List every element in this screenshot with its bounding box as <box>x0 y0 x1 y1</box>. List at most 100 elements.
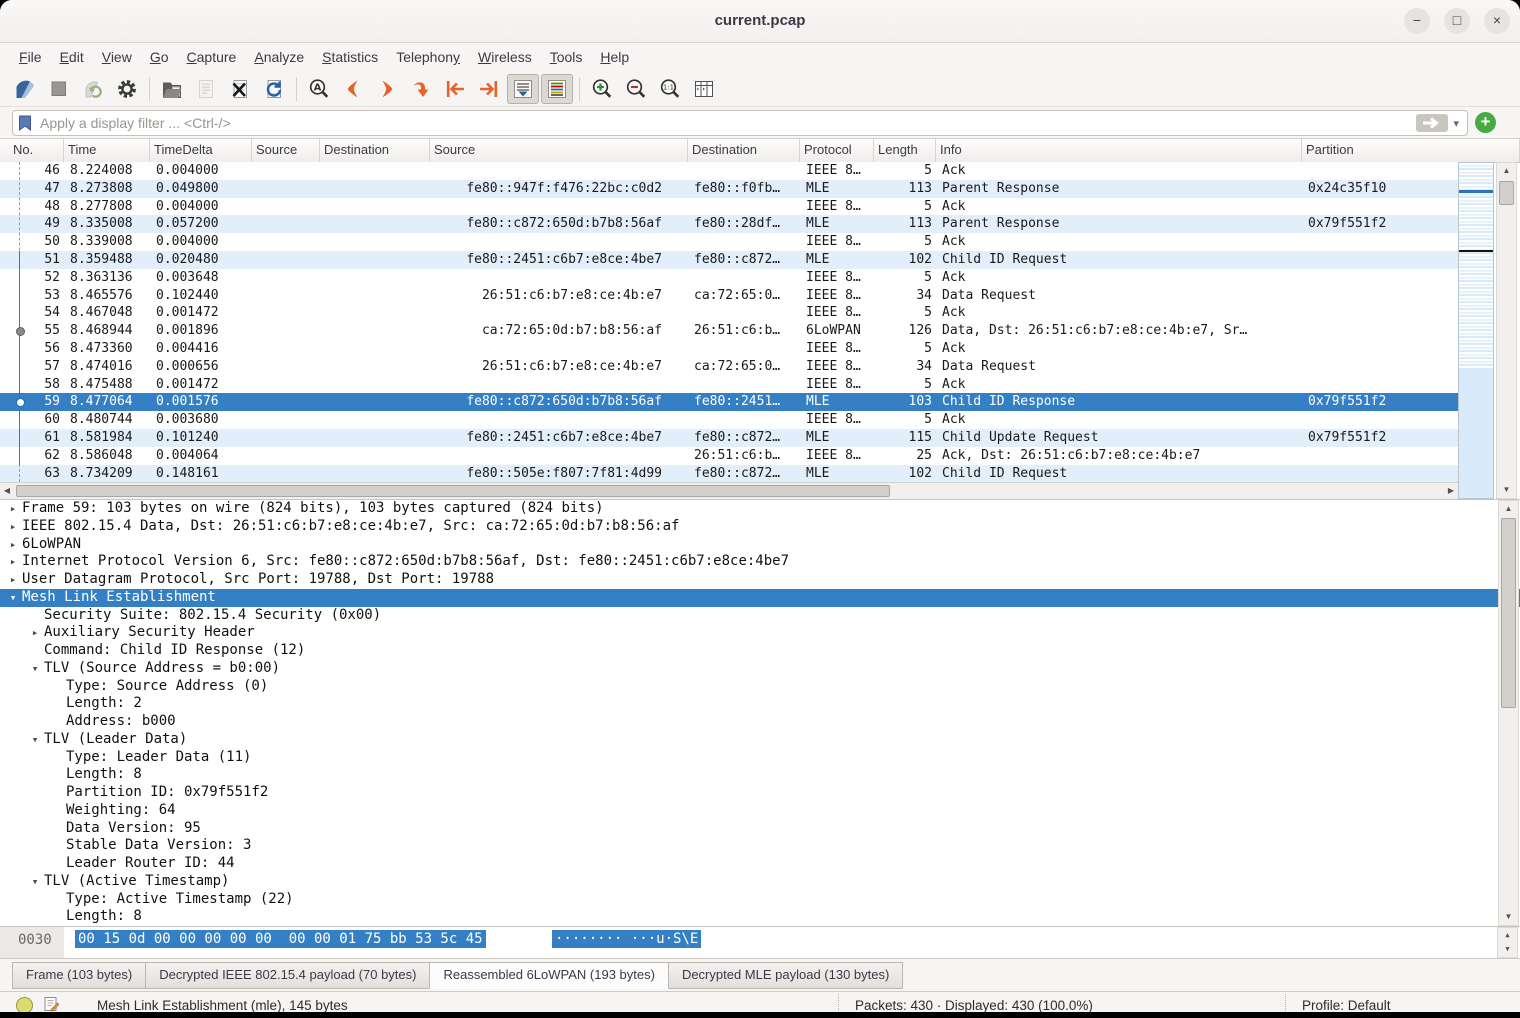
packet-row-54[interactable]: 548.4670480.001472IEEE 8…5Ack <box>0 304 1458 322</box>
display-filter-input[interactable] <box>38 114 1415 132</box>
column-header-timedelta[interactable]: TimeDelta <box>150 139 252 162</box>
go-forward-icon[interactable] <box>371 74 403 104</box>
detail-line[interactable]: ▸Auxiliary Security Header <box>0 624 1520 642</box>
column-header-info[interactable]: Info <box>936 139 1302 162</box>
expander-collapsed-icon[interactable]: ▸ <box>4 553 22 571</box>
packet-bytes-pane[interactable]: 0030 00 15 0d 00 00 00 00 00 00 00 01 75… <box>0 926 1520 958</box>
packet-row-55[interactable]: 558.4689440.001896ca:72:65:0d:b7:b8:56:a… <box>0 322 1458 340</box>
scrollbar-thumb[interactable] <box>1501 518 1516 708</box>
detail-line[interactable]: Type: Leader Data (11) <box>0 749 1520 767</box>
column-header-source[interactable]: Source <box>252 139 320 162</box>
expert-info-icon[interactable] <box>16 997 33 1012</box>
resize-columns-icon[interactable] <box>688 74 720 104</box>
packet-list-vscrollbar[interactable]: ▲ ▼ <box>1496 162 1517 499</box>
go-first-packet-icon[interactable] <box>439 74 471 104</box>
capture-options-gear-icon[interactable] <box>111 74 143 104</box>
detail-line[interactable]: Length: 2 <box>0 695 1520 713</box>
scrollbar-thumb[interactable] <box>16 485 890 497</box>
packet-row-62[interactable]: 628.5860480.00406426:51:c6:b…IEEE 8…25Ac… <box>0 447 1458 465</box>
bytes-vscrollbar[interactable]: ▲ ▼ <box>1497 927 1518 958</box>
packet-row-61[interactable]: 618.5819840.101240fe80::2451:c6b7:e8ce:4… <box>0 429 1458 447</box>
detail-line[interactable]: ▾TLV (Leader Data) <box>0 731 1520 749</box>
menu-item-help[interactable]: Help <box>591 43 638 71</box>
filter-dropdown-caret[interactable]: ▾ <box>1453 117 1459 130</box>
colorize-packets-icon[interactable] <box>541 74 573 104</box>
menu-item-capture[interactable]: Capture <box>178 43 246 71</box>
detail-line[interactable]: Security Suite: 802.15.4 Security (0x00) <box>0 607 1520 625</box>
packet-list-hscrollbar[interactable]: ◀ ▶ <box>0 482 1458 499</box>
packet-row-58[interactable]: 588.4754880.001472IEEE 8…5Ack <box>0 376 1458 394</box>
packet-list-header[interactable]: No.TimeTimeDeltaSourceDestinationSourceD… <box>0 139 1520 163</box>
detail-line[interactable]: Type: Source Address (0) <box>0 678 1520 696</box>
menu-item-view[interactable]: View <box>93 43 141 71</box>
menu-item-file[interactable]: File <box>10 43 51 71</box>
detail-line[interactable]: Weighting: 64 <box>0 802 1520 820</box>
detail-line[interactable]: ▾TLV (Active Timestamp) <box>0 873 1520 891</box>
packet-row-47[interactable]: 478.2738080.049800fe80::947f:f476:22bc:c… <box>0 180 1458 198</box>
packet-row-50[interactable]: 508.3390080.004000IEEE 8…5Ack <box>0 233 1458 251</box>
expander-collapsed-icon[interactable]: ▸ <box>4 571 22 589</box>
scroll-up-icon[interactable]: ▲ <box>1497 163 1516 179</box>
start-capture-fin-icon[interactable] <box>9 74 41 104</box>
capture-comment-icon[interactable] <box>43 996 59 1012</box>
open-file-folder-icon[interactable] <box>156 74 188 104</box>
packet-row-52[interactable]: 528.3631360.003648IEEE 8…5Ack <box>0 269 1458 287</box>
packet-row-59[interactable]: 598.4770640.001576fe80::c872:650d:b7b8:5… <box>0 393 1458 411</box>
detail-line[interactable]: ▾TLV (Source Address = b0:00) <box>0 660 1520 678</box>
packet-row-46[interactable]: 468.2240080.004000IEEE 8…5Ack <box>0 162 1458 180</box>
menu-item-wireless[interactable]: Wireless <box>469 43 541 71</box>
byte-tab-inactive[interactable]: Decrypted IEEE 802.15.4 payload (70 byte… <box>145 962 430 989</box>
restart-capture-icon[interactable] <box>77 74 109 104</box>
find-packet-icon[interactable]: A <box>303 74 335 104</box>
expander-expanded-icon[interactable]: ▾ <box>4 589 22 607</box>
details-vscrollbar[interactable]: ▲ ▼ <box>1498 500 1519 926</box>
packet-row-51[interactable]: 518.3594880.020480fe80::2451:c6b7:e8ce:4… <box>0 251 1458 269</box>
packet-list-minimap[interactable] <box>1458 162 1494 499</box>
zoom-in-icon[interactable] <box>586 74 618 104</box>
column-header-destination[interactable]: Destination <box>320 139 430 162</box>
go-back-icon[interactable] <box>337 74 369 104</box>
menu-item-tools[interactable]: Tools <box>541 43 592 71</box>
apply-filter-button[interactable] <box>1415 113 1449 133</box>
hex-bytes-selected[interactable]: 00 15 0d 00 00 00 00 00 00 00 01 75 bb 5… <box>75 930 486 948</box>
byte-tab-inactive[interactable]: Frame (103 bytes) <box>12 962 146 989</box>
close-file-icon[interactable] <box>224 74 256 104</box>
go-to-packet-icon[interactable] <box>405 74 437 104</box>
packet-row-56[interactable]: 568.4733600.004416IEEE 8…5Ack <box>0 340 1458 358</box>
stop-capture-icon[interactable] <box>43 74 75 104</box>
expander-collapsed-icon[interactable]: ▸ <box>26 624 44 642</box>
detail-line[interactable]: Leader Router ID: 44 <box>0 855 1520 873</box>
packet-row-60[interactable]: 608.4807440.003680IEEE 8…5Ack <box>0 411 1458 429</box>
menu-item-statistics[interactable]: Statistics <box>313 43 387 71</box>
detail-line[interactable]: Type: Active Timestamp (22) <box>0 891 1520 909</box>
go-last-packet-icon[interactable] <box>473 74 505 104</box>
byte-tab-active[interactable]: Reassembled 6LoWPAN (193 bytes) <box>429 962 668 989</box>
column-header-destination[interactable]: Destination <box>688 139 800 162</box>
auto-scroll-icon[interactable] <box>507 74 539 104</box>
scroll-right-icon[interactable]: ▶ <box>1444 483 1458 499</box>
scroll-up-icon[interactable]: ▲ <box>1498 928 1517 942</box>
detail-line[interactable]: Length: 8 <box>0 908 1520 926</box>
menu-item-telephony[interactable]: Telephony <box>387 43 469 71</box>
scroll-down-icon[interactable]: ▼ <box>1498 942 1517 956</box>
menu-item-go[interactable]: Go <box>141 43 178 71</box>
detail-line[interactable]: Stable Data Version: 3 <box>0 837 1520 855</box>
hex-ascii-selected[interactable]: ········ ···u·S\E <box>552 930 701 948</box>
expander-collapsed-icon[interactable]: ▸ <box>4 536 22 554</box>
expander-expanded-icon[interactable]: ▾ <box>26 660 44 678</box>
detail-line[interactable]: ▸6LoWPAN <box>0 536 1520 554</box>
packet-row-57[interactable]: 578.4740160.00065626:51:c6:b7:e8:ce:4b:e… <box>0 358 1458 376</box>
reload-file-icon[interactable] <box>258 74 290 104</box>
scroll-down-icon[interactable]: ▼ <box>1499 909 1518 925</box>
detail-line[interactable]: Partition ID: 0x79f551f2 <box>0 784 1520 802</box>
expander-expanded-icon[interactable]: ▾ <box>26 873 44 891</box>
packet-row-53[interactable]: 538.4655760.10244026:51:c6:b7:e8:ce:4b:e… <box>0 287 1458 305</box>
profile-status[interactable]: Profile: Default <box>1285 994 1520 1012</box>
expander-collapsed-icon[interactable]: ▸ <box>4 518 22 536</box>
menu-item-analyze[interactable]: Analyze <box>245 43 313 71</box>
expander-expanded-icon[interactable]: ▾ <box>26 731 44 749</box>
byte-tab-inactive[interactable]: Decrypted MLE payload (130 bytes) <box>668 962 903 989</box>
detail-line[interactable]: ▸Frame 59: 103 bytes on wire (824 bits),… <box>0 500 1520 518</box>
zoom-out-icon[interactable] <box>620 74 652 104</box>
filter-bookmark-icon[interactable] <box>18 115 32 131</box>
